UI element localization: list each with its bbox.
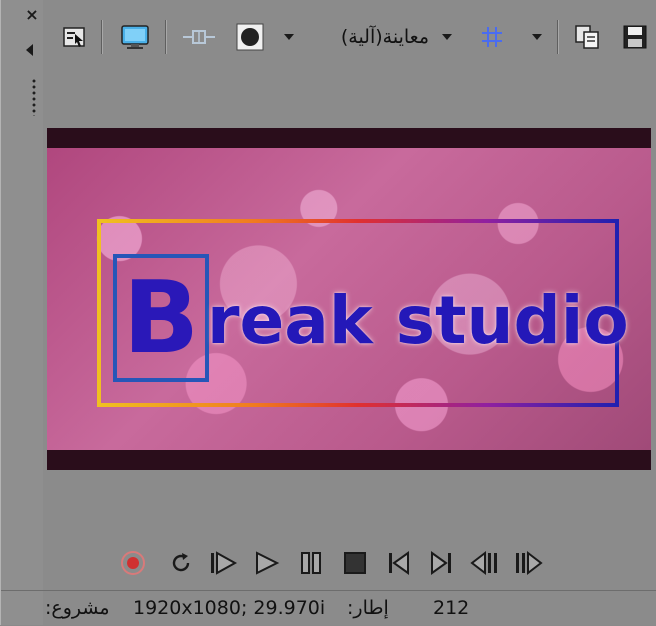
transport-controls: [117, 545, 587, 581]
video-preview-panel: × معاينة(آلية) B reak studio مشروع: 1920…: [0, 0, 656, 625]
play-icon: [256, 551, 280, 575]
step-back-button[interactable]: [469, 545, 501, 581]
play-from-start-button[interactable]: [207, 545, 239, 581]
pin-arrow-icon[interactable]: [26, 44, 33, 56]
frame-value: 212: [433, 597, 470, 619]
next-frame-button[interactable]: [425, 545, 457, 581]
step-back-icon: [470, 550, 497, 576]
stop-icon: [344, 552, 366, 574]
chevron-down-icon: [284, 34, 294, 40]
project-label: مشروع:: [45, 597, 110, 619]
previous-frame-icon: [389, 551, 409, 575]
frame-label: إطار:: [347, 597, 389, 619]
toolbar-separator: [165, 20, 167, 54]
logo-letter-box: B: [113, 254, 209, 382]
next-frame-icon: [431, 551, 451, 575]
loop-button[interactable]: [165, 545, 197, 581]
preview-toolbar: معاينة(آلية): [45, 14, 656, 60]
toolbar-separator: [557, 20, 559, 54]
project-value: 1920x1080; 29.970i: [133, 597, 326, 619]
pause-button[interactable]: [295, 545, 327, 581]
toolbar-separator: [101, 20, 103, 54]
play-from-start-icon: [211, 551, 238, 575]
grid-icon[interactable]: [477, 18, 507, 56]
overlay-icon[interactable]: [233, 18, 267, 56]
record-icon: [121, 551, 145, 575]
step-forward-button[interactable]: [513, 545, 545, 581]
step-forward-icon: [516, 550, 543, 576]
play-button[interactable]: [251, 545, 283, 581]
panel-side-strip: ×: [1, 0, 43, 625]
video-frame[interactable]: B reak studio: [47, 128, 651, 470]
grip-dots-icon[interactable]: [31, 78, 37, 116]
preview-quality-dropdown-arrow[interactable]: [439, 18, 455, 56]
status-bar: مشروع: 1920x1080; 29.970i إطار: 212: [1, 590, 656, 626]
logo-letter: B: [122, 259, 200, 376]
chevron-down-icon: [532, 34, 542, 40]
copy-snapshot-icon[interactable]: [569, 18, 605, 56]
select-icon[interactable]: [59, 18, 89, 56]
split-screen-icon[interactable]: [179, 18, 219, 56]
grid-dropdown-arrow[interactable]: [529, 18, 545, 56]
stop-button[interactable]: [339, 545, 371, 581]
close-icon[interactable]: ×: [25, 7, 39, 23]
logo-text: reak studio: [207, 282, 629, 359]
loop-icon: [172, 553, 190, 572]
save-snapshot-icon[interactable]: [617, 18, 653, 56]
record-button[interactable]: [117, 545, 149, 581]
chevron-down-icon: [442, 34, 452, 40]
preview-quality-label: معاينة(آلية): [340, 26, 429, 48]
video-image: B reak studio: [47, 148, 651, 450]
preview-quality-select[interactable]: معاينة(آلية): [313, 18, 429, 56]
overlay-dropdown-arrow[interactable]: [281, 18, 297, 56]
monitor-icon[interactable]: [115, 18, 155, 56]
pause-icon: [301, 552, 321, 574]
previous-frame-button[interactable]: [383, 545, 415, 581]
